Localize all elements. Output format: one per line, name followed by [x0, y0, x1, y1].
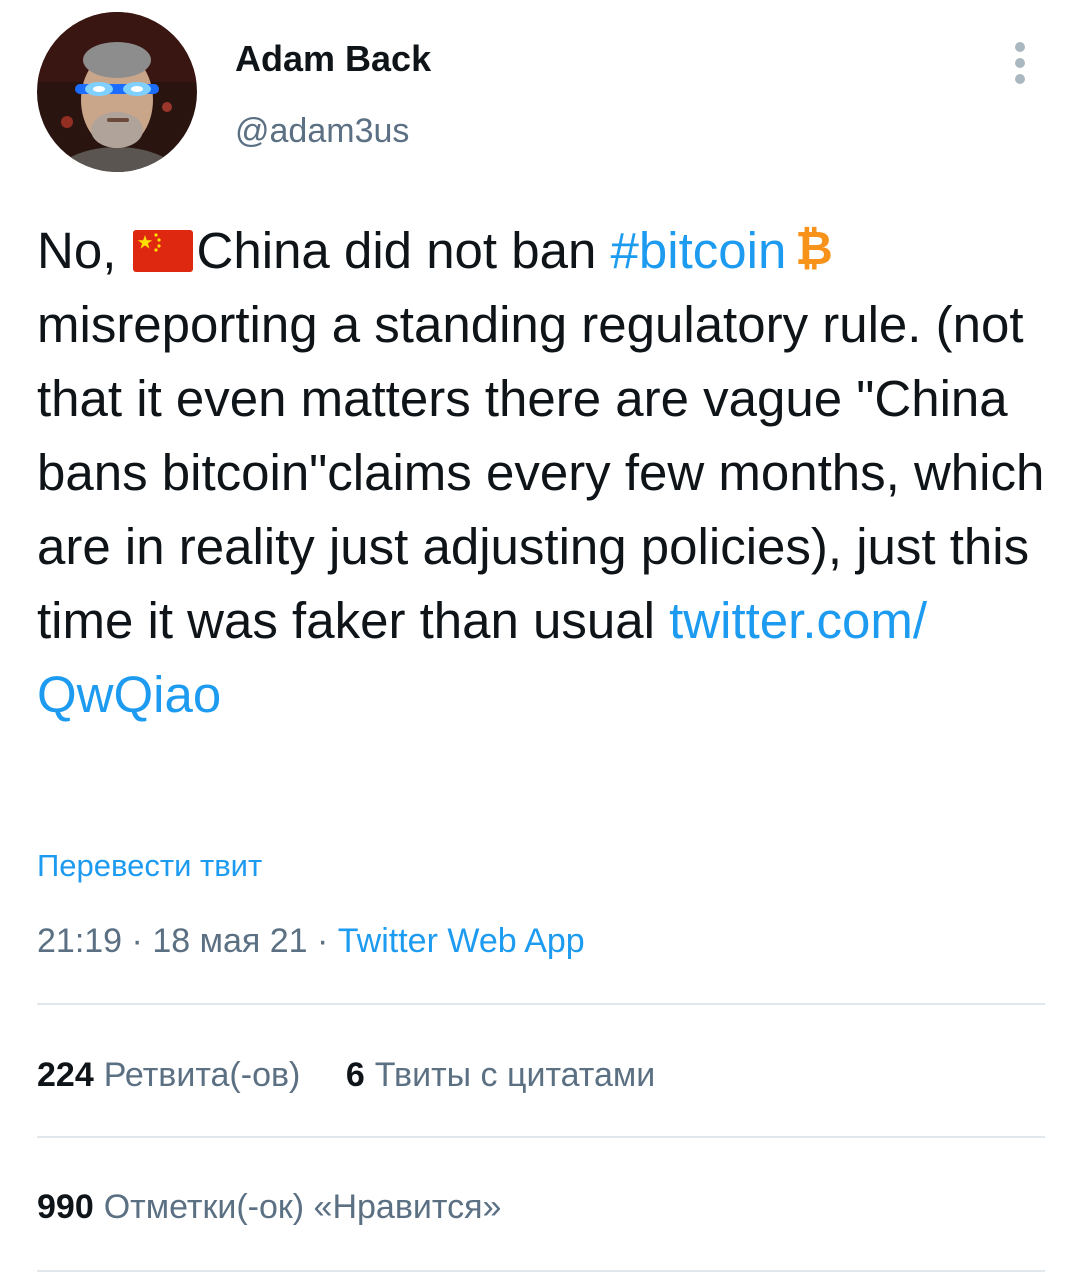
- tweet-date[interactable]: 18 мая 21: [152, 922, 307, 960]
- retweets-label: Ретвита(-ов): [103, 1056, 301, 1094]
- handle: @adam3us: [235, 112, 410, 150]
- more-dot: [1015, 74, 1025, 84]
- likes-stat[interactable]: 990 Отметки(-ок) «Нравится»: [37, 1188, 501, 1227]
- bitcoin-icon: ₿: [792, 220, 836, 275]
- more-vertical-icon[interactable]: [1000, 38, 1040, 88]
- china-flag-icon: [132, 230, 193, 272]
- display-name[interactable]: Adam Back: [235, 38, 431, 80]
- meta-separator: ·: [307, 922, 338, 960]
- retweets-stat[interactable]: 224 Ретвита(-ов): [37, 1056, 300, 1095]
- quotes-count: 6: [345, 1056, 365, 1094]
- more-dot: [1015, 58, 1025, 68]
- retweets-count: 224: [37, 1056, 94, 1094]
- tweet-time[interactable]: 21:19: [37, 922, 122, 960]
- svg-text:₿: ₿: [796, 224, 834, 274]
- more-dot: [1015, 42, 1025, 52]
- likes-count: 990: [37, 1188, 94, 1226]
- avatar-image: [37, 12, 197, 172]
- divider: [37, 1136, 1045, 1138]
- divider: [37, 1003, 1045, 1005]
- tweet-detail: Adam Back @adam3us No, China did not ban…: [0, 0, 1080, 1278]
- meta-separator: ·: [122, 922, 153, 960]
- stats-row-likes: 990 Отметки(-ок) «Нравится»: [37, 1188, 537, 1227]
- tweet-text-part: China did not ban: [196, 222, 611, 279]
- hashtag-link[interactable]: #bitcoin: [611, 222, 787, 279]
- translate-tweet-link[interactable]: Перевести твит: [37, 848, 262, 884]
- stats-row-shares: 224 Ретвита(-ов) 6 Твиты с цитатами: [37, 1056, 691, 1095]
- quotes-label: Твиты с цитатами: [374, 1056, 656, 1094]
- avatar[interactable]: [37, 12, 197, 172]
- likes-label: Отметки(-ок) «Нравится»: [103, 1188, 502, 1226]
- tweet-text-part: No,: [37, 222, 131, 279]
- tweet-source-link[interactable]: Twitter Web App: [338, 922, 585, 960]
- tweet-text: No, China did not ban #bitcoin ₿ misrepor…: [37, 214, 1047, 732]
- divider: [37, 1270, 1045, 1272]
- quotes-stat[interactable]: 6 Твиты с цитатами: [346, 1056, 655, 1095]
- tweet-meta: 21:19 · 18 мая 21 · Twitter Web App: [37, 922, 585, 961]
